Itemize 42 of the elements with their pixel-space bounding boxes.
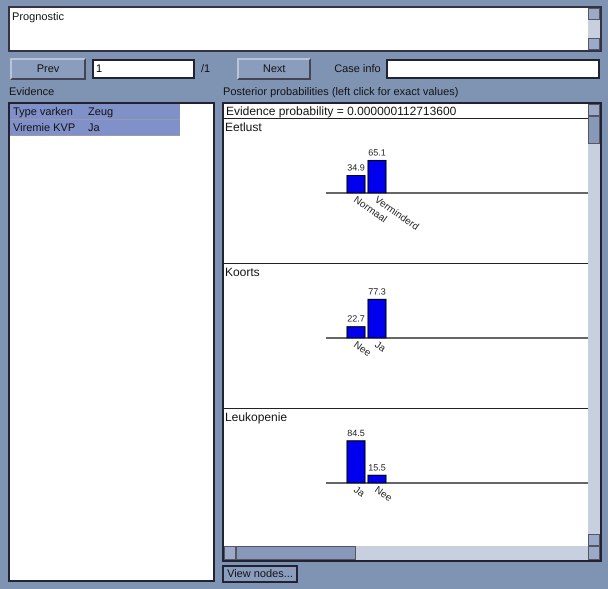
value-label: 15.5 <box>368 462 386 472</box>
case-info-field[interactable] <box>386 59 600 79</box>
category-label: Ja <box>372 339 388 355</box>
posterior-label: Posterior probabilities (left click for exact values) <box>222 86 460 100</box>
bar[interactable] <box>346 326 366 338</box>
value-label: 34.9 <box>347 162 365 173</box>
value-cell-text: Zeug <box>87 106 114 118</box>
scroll-thumb[interactable] <box>588 116 600 144</box>
value-label: 77.3 <box>368 286 386 296</box>
bar[interactable] <box>368 298 386 338</box>
variable-cell-text: Viremie KVP <box>12 122 76 134</box>
horizontal-scrollbar[interactable] <box>224 546 600 560</box>
evidence-label: Evidence <box>8 86 56 100</box>
bar[interactable] <box>368 160 386 194</box>
node-name: Leukopenie <box>225 410 288 424</box>
case-total: /1 <box>201 63 210 75</box>
case-info-label: Case info <box>334 63 381 75</box>
value-label: 84.5 <box>347 428 365 438</box>
vertical-scrollbar[interactable] <box>588 104 600 546</box>
prev-button[interactable]: Prev <box>10 58 86 80</box>
category-label: Nee <box>372 484 394 504</box>
description-text: Prognostic <box>11 10 65 25</box>
bar[interactable] <box>346 175 366 194</box>
category-label: Ja <box>351 484 366 500</box>
scroll-thumb[interactable] <box>236 546 356 560</box>
evidence-probability: Evidence probability = 0.000000112713600 <box>224 104 588 119</box>
case-number-field[interactable]: 1 <box>92 59 195 79</box>
bar[interactable] <box>368 474 386 484</box>
variable-cell-text: Type varken <box>12 106 74 118</box>
evidence-row[interactable]: Type varken Zeug <box>10 104 180 120</box>
node-name: Koorts <box>225 265 260 279</box>
view-nodes-button[interactable]: View nodes... <box>222 565 298 583</box>
bar[interactable] <box>346 440 366 484</box>
value-cell-text: Ja <box>87 122 100 134</box>
value-label: 22.7 <box>347 314 365 324</box>
node-name: Eetlust <box>225 120 262 134</box>
evidence-row[interactable]: Viremie KVP Ja <box>10 120 180 136</box>
description-field[interactable]: Prognostic <box>8 6 602 52</box>
category-label: Nee <box>351 339 373 359</box>
value-label: 65.1 <box>368 147 386 158</box>
next-button[interactable]: Next <box>237 58 312 80</box>
vertical-scrollbar[interactable] <box>588 8 600 50</box>
